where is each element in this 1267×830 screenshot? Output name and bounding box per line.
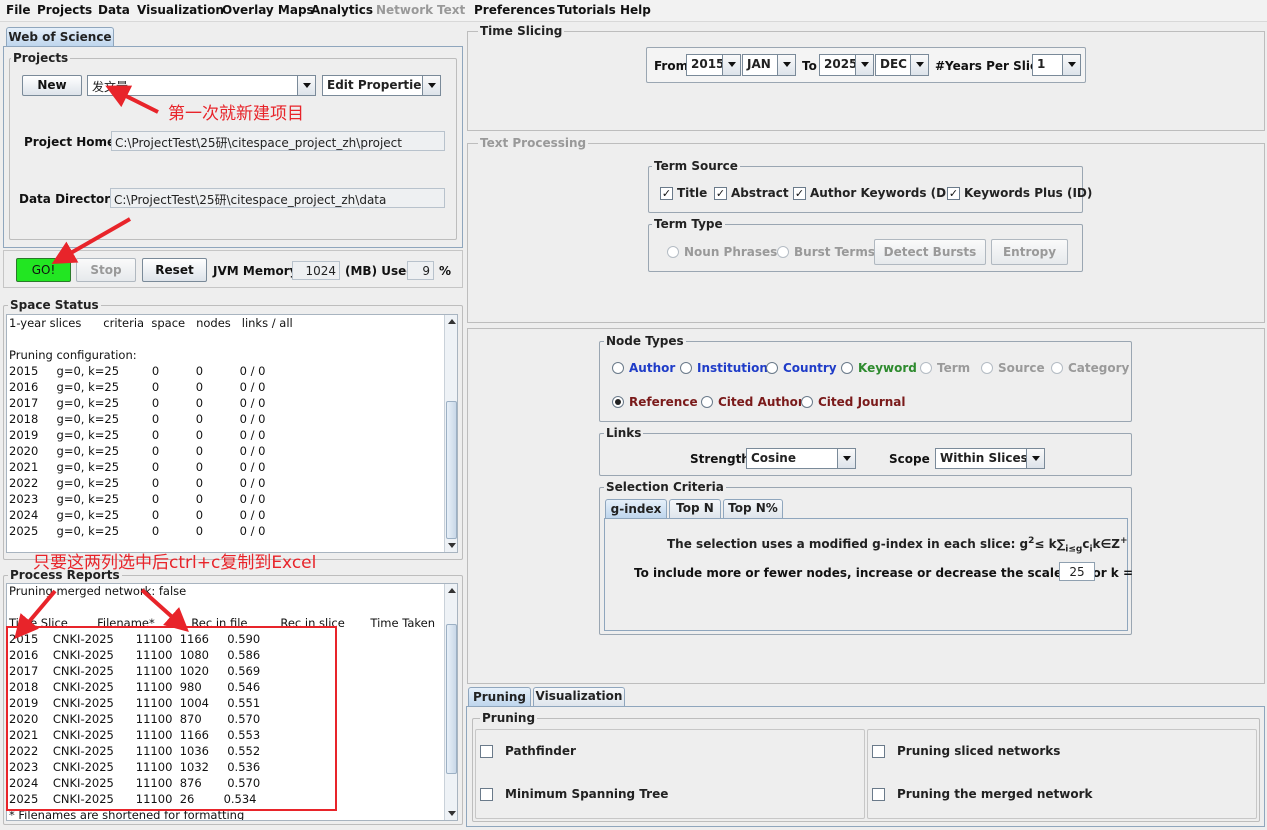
arrow-to-new-button bbox=[105, 85, 159, 114]
annotation-arrows bbox=[14, 85, 189, 640]
arrow-to-rec-column bbox=[140, 588, 189, 633]
arrow-to-go-button bbox=[51, 217, 131, 264]
arrow-to-time-slice-column bbox=[14, 589, 57, 640]
